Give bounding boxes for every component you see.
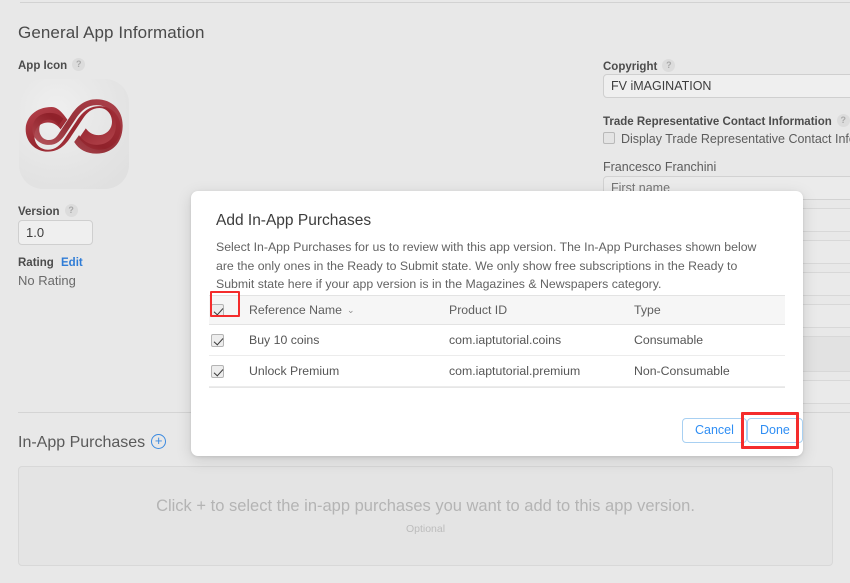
cell-type: Non-Consumable (634, 364, 730, 378)
chevron-down-icon: ⌄ (346, 305, 355, 315)
dialog-description: Select In-App Purchases for us to review… (216, 240, 757, 292)
select-all-checkbox-cell[interactable] (209, 296, 249, 325)
row-checkbox-cell[interactable] (209, 325, 249, 356)
row-checkbox[interactable] (211, 334, 224, 348)
in-app-purchases-table: Reference Name ⌄ Product ID Type Buy 10 c… (209, 295, 785, 387)
table-row[interactable]: Unlock Premium com.iaptutorial.premium N… (209, 356, 785, 387)
modal-overlay: Add In-App Purchases Select In-App Purch… (0, 0, 850, 583)
row-checkbox-cell[interactable] (209, 356, 249, 387)
table-row[interactable]: Buy 10 coins com.iaptutorial.coins Consu… (209, 325, 785, 356)
dialog-title: Add In-App Purchases (216, 212, 372, 229)
row-checkbox[interactable] (211, 365, 224, 379)
column-header-reference-name-label: Reference Name (249, 303, 342, 317)
cell-reference-name: Buy 10 coins (249, 333, 320, 347)
cell-reference-name: Unlock Premium (249, 364, 340, 378)
column-header-type[interactable]: Type (634, 296, 785, 325)
done-button[interactable]: Done (747, 418, 803, 443)
cell-product-id: com.iaptutorial.premium (449, 364, 581, 378)
table-header-row: Reference Name ⌄ Product ID Type (209, 295, 785, 325)
add-in-app-purchases-dialog: Add In-App Purchases Select In-App Purch… (191, 191, 803, 456)
cell-type: Consumable (634, 333, 704, 347)
cell-product-id: com.iaptutorial.coins (449, 333, 562, 347)
column-header-product-id[interactable]: Product ID (449, 296, 634, 325)
select-all-checkbox[interactable] (211, 304, 224, 318)
dialog-footer-divider (209, 387, 785, 388)
cancel-button[interactable]: Cancel (682, 418, 747, 443)
column-header-reference-name[interactable]: Reference Name ⌄ (249, 296, 449, 325)
